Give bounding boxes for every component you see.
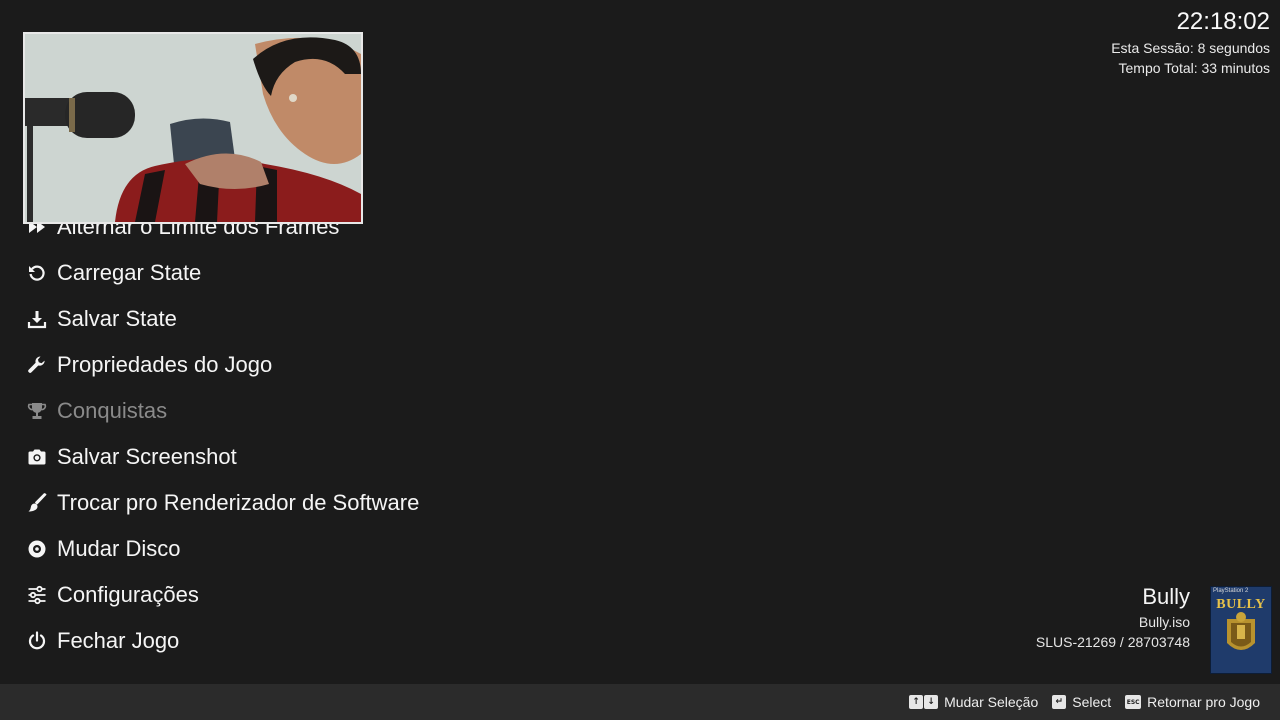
game-title: Bully [1142,584,1190,609]
hint-return-to-game: ESC Retornar pro Jogo [1125,694,1260,710]
paintbrush-icon [27,493,47,513]
arrow-down-key-icon: ↓ [924,695,939,709]
wrench-icon [27,355,47,375]
enter-key-icon: ↵ [1052,695,1067,709]
menu-item-achievements[interactable]: Conquistas [27,391,167,431]
menu-item-software-renderer[interactable]: Trocar pro Renderizador de Software [27,483,419,523]
menu-item-label: Configurações [57,582,199,607]
menu-item-label: Conquistas [57,398,168,423]
menu-item-settings[interactable]: Configurações [27,575,199,615]
menu-item-label: Mudar Disco [57,536,181,561]
hint-label: Retornar pro Jogo [1147,694,1260,710]
power-icon [27,631,47,651]
esc-key-icon: ESC [1125,695,1142,709]
menu-item-label: Propriedades do Jogo [57,352,273,377]
total-time: Tempo Total: 33 minutos [1118,60,1271,76]
disc-icon [27,539,47,559]
clock: 22:18:02 [1176,8,1270,35]
hint-select: ↵ Select [1052,694,1111,710]
game-cover-image: PlayStation 2 BULLY [1210,586,1272,674]
camera-icon [27,447,47,467]
menu-item-save-screenshot[interactable]: Salvar Screenshot [27,437,237,477]
bottom-hint-bar: ↑ ↓ Mudar Seleção ↵ Select ESC Retornar … [0,684,1280,720]
menu-item-label: Fechar Jogo [57,628,180,653]
webcam-overlay [23,32,363,224]
arrow-up-key-icon: ↑ [909,695,924,709]
game-serial: SLUS-21269 / 28703748 [1035,634,1190,650]
menu-item-game-properties[interactable]: Propriedades do Jogo [27,345,272,385]
menu-item-change-disc[interactable]: Mudar Disco [27,529,180,569]
sliders-icon [27,585,47,605]
menu-item-label: Carregar State [57,260,202,285]
hint-label: Mudar Seleção [944,694,1039,710]
hint-label: Select [1072,694,1112,710]
menu-item-label: Salvar State [57,306,177,331]
game-file: Bully.iso [1138,614,1190,630]
menu-item-label: Trocar pro Renderizador de Software [57,490,420,515]
trophy-icon [27,401,47,421]
download-icon [27,309,47,329]
hint-list: ↑ ↓ Mudar Seleção ↵ Select ESC Retornar … [909,684,1260,720]
menu-item-load-state[interactable]: Carregar State [27,253,201,293]
menu-item-close-game[interactable]: Fechar Jogo [27,621,179,661]
undo-icon [27,263,47,283]
hint-change-selection: ↑ ↓ Mudar Seleção [909,694,1038,710]
menu-item-label: Salvar Screenshot [57,444,237,469]
session-time: Esta Sessão: 8 segundos [1111,40,1270,56]
menu-item-save-state[interactable]: Salvar State [27,299,177,339]
